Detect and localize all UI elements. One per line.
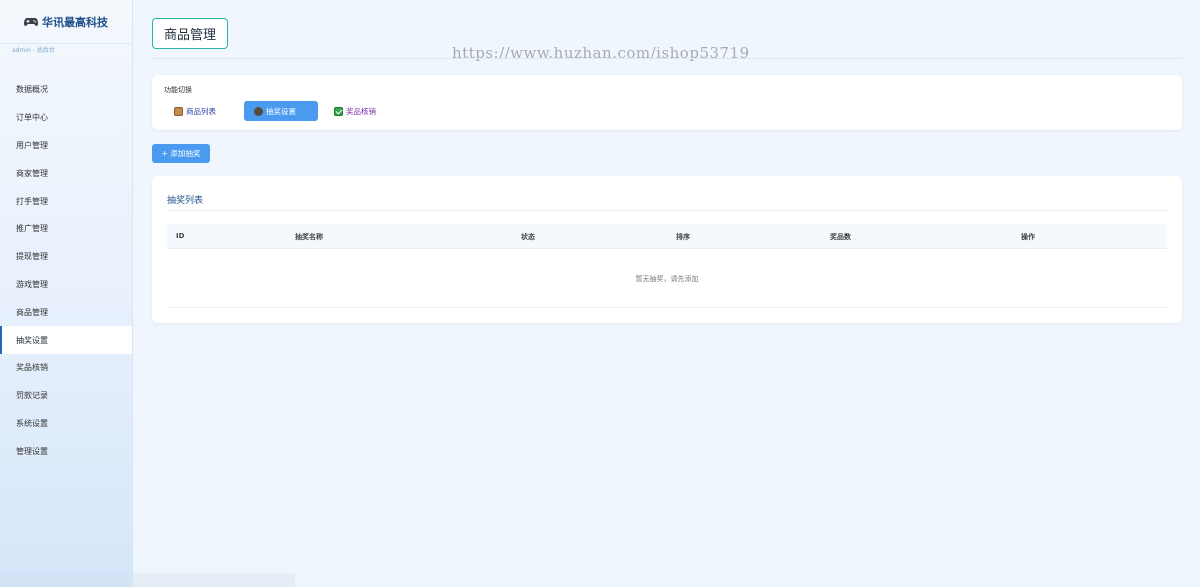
table-header: ID 抽奖名称 状态 排序 奖品数 操作 <box>167 224 1167 249</box>
column-header-status: 状态 <box>521 233 535 241</box>
switch-redeem-button[interactable]: 奖品核销 <box>334 101 376 121</box>
table-bottom-divider <box>167 307 1167 308</box>
sidebar-item-orders[interactable]: 订单中心 <box>0 104 132 132</box>
lottery-list-card: 抽奖列表 ID 抽奖名称 状态 排序 奖品数 操作 暂无抽奖，请先添加 <box>152 176 1182 323</box>
sidebar-item-products[interactable]: 商品管理 <box>0 298 132 326</box>
status-bar <box>0 573 295 587</box>
sidebar: 华讯最高科技 admin - 总后台 数据概况 订单中心 用户管理 商家管理 打… <box>0 0 295 587</box>
sidebar-item-games[interactable]: 游戏管理 <box>0 271 132 299</box>
sidebar-item-admin[interactable]: 管理设置 <box>0 437 132 465</box>
package-icon <box>174 106 183 116</box>
sidebar-item-players[interactable]: 打手管理 <box>0 187 132 215</box>
column-header-prize-count: 奖品数 <box>830 233 851 241</box>
watermark: https://www.huzhan.com/ishop53719 <box>452 44 750 62</box>
column-header-sort: 排序 <box>676 233 690 241</box>
gamepad-icon <box>24 17 38 26</box>
switch-lottery-label: 抽奖设置 <box>266 106 296 116</box>
sidebar-item-overview[interactable]: 数据概况 <box>0 76 132 104</box>
admin-info: admin - 总后台 <box>12 47 55 54</box>
sidebar-item-promotion[interactable]: 推广管理 <box>0 215 132 243</box>
switch-lottery-button[interactable]: 抽奖设置 <box>244 101 318 121</box>
sidebar-item-users[interactable]: 用户管理 <box>0 132 132 160</box>
add-lottery-button[interactable]: + 添加抽奖 <box>152 144 210 163</box>
sidebar-item-merchants[interactable]: 商家管理 <box>0 159 132 187</box>
app-root: 华讯最高科技 admin - 总后台 数据概况 订单中心 用户管理 商家管理 打… <box>0 0 1200 587</box>
sidebar-item-withdrawals[interactable]: 提现管理 <box>0 243 132 271</box>
list-title-divider <box>167 210 1167 211</box>
empty-state-text: 暂无抽奖，请先添加 <box>635 275 699 283</box>
check-icon <box>334 106 343 116</box>
column-header-id: ID <box>176 232 185 240</box>
column-header-name: 抽奖名称 <box>295 233 323 241</box>
switch-products-button[interactable]: 商品列表 <box>174 101 216 121</box>
page-title: 商品管理 <box>152 18 228 49</box>
list-title: 抽奖列表 <box>167 196 204 206</box>
column-header-actions: 操作 <box>1021 233 1035 241</box>
brand-name: 华讯最高科技 <box>42 15 108 29</box>
prize-icon <box>254 106 263 116</box>
sidebar-item-system[interactable]: 系统设置 <box>0 410 132 438</box>
switch-redeem-label: 奖品核销 <box>346 106 376 116</box>
brand: 华讯最高科技 <box>0 0 132 44</box>
sidebar-menu: 数据概况 订单中心 用户管理 商家管理 打手管理 推广管理 提现管理 游戏管理 … <box>0 76 132 465</box>
switch-label: 功能切换 <box>164 86 192 94</box>
sidebar-item-lottery[interactable]: 抽奖设置 <box>0 326 132 354</box>
sidebar-item-redemption[interactable]: 奖品核销 <box>0 354 132 382</box>
sidebar-item-fines[interactable]: 罚款记录 <box>0 382 132 410</box>
switch-products-label: 商品列表 <box>186 106 216 116</box>
function-switch-card: 功能切换 商品列表 抽奖设置 奖品核销 <box>152 75 1182 130</box>
title-divider <box>152 58 1183 59</box>
